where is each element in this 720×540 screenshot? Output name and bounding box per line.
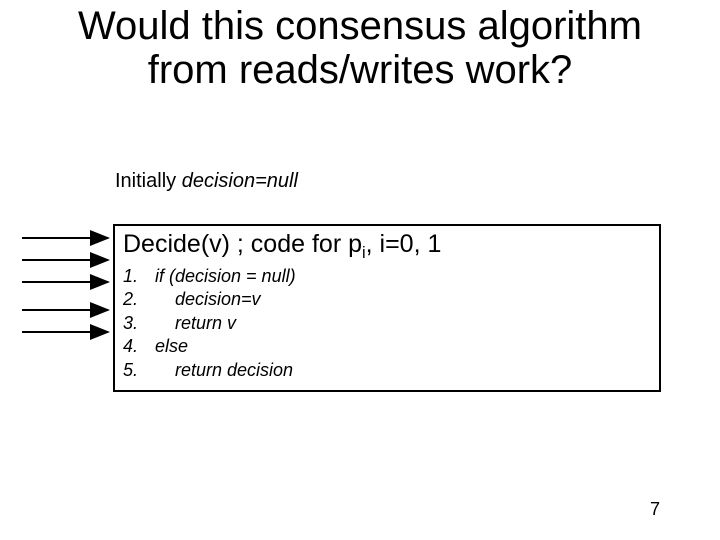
code-line: 4. else bbox=[123, 335, 651, 358]
initially-expr: decision=null bbox=[182, 170, 298, 192]
line-text: if (decision = null) bbox=[145, 266, 296, 286]
code-header-main: Decide(v) ; code for p bbox=[123, 230, 362, 258]
initially-label: Initially bbox=[115, 170, 182, 192]
code-body: 1. if (decision = null) 2. decision=v 3.… bbox=[123, 265, 651, 382]
line-number: 1. bbox=[123, 265, 145, 288]
code-box: Decide(v) ; code for pi, i=0, 1 1. if (d… bbox=[113, 224, 661, 392]
slide-root: Would this consensus algorithm from read… bbox=[0, 0, 720, 540]
code-line: 5. return decision bbox=[123, 359, 651, 382]
title-line-1: Would this consensus algorithm bbox=[78, 4, 642, 48]
initial-state: Initially decision=null bbox=[115, 170, 298, 193]
line-number: 5. bbox=[123, 359, 145, 382]
line-number: 3. bbox=[123, 312, 145, 335]
line-number: 2. bbox=[123, 288, 145, 311]
line-number: 4. bbox=[123, 335, 145, 358]
line-text: else bbox=[145, 336, 188, 356]
title-line-2: from reads/writes work? bbox=[148, 48, 573, 92]
slide-title: Would this consensus algorithm from read… bbox=[0, 4, 720, 92]
line-text: decision=v bbox=[145, 289, 261, 309]
code-header-tail: , i=0, 1 bbox=[366, 230, 442, 258]
arrows-graphic bbox=[20, 230, 115, 350]
page-number: 7 bbox=[650, 499, 660, 520]
line-text: return decision bbox=[145, 360, 293, 380]
code-line: 3. return v bbox=[123, 312, 651, 335]
code-line: 2. decision=v bbox=[123, 288, 651, 311]
code-line: 1. if (decision = null) bbox=[123, 265, 651, 288]
line-text: return v bbox=[145, 313, 236, 333]
code-header: Decide(v) ; code for pi, i=0, 1 bbox=[123, 230, 651, 263]
